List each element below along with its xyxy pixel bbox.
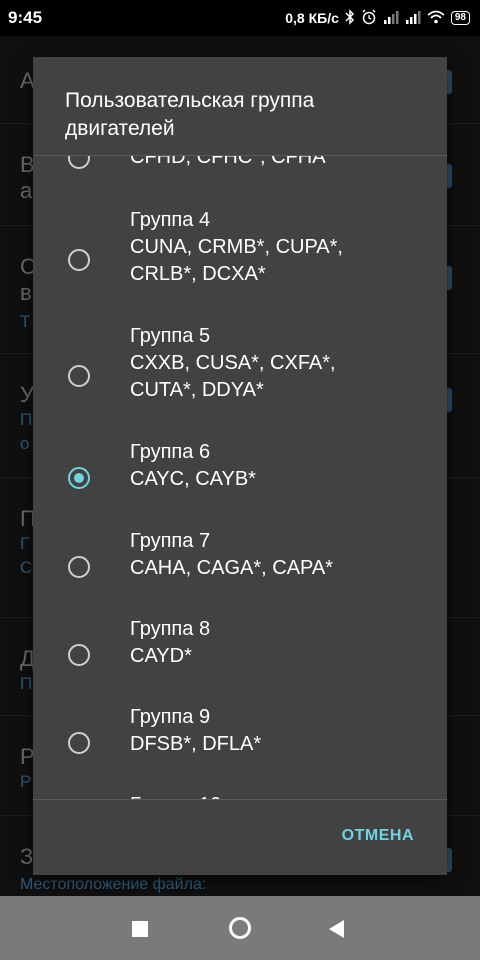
radio-button[interactable]	[68, 556, 90, 578]
option-codes: CXXB, CUSA*, CXFA*, CUTA*, DDYA*	[130, 352, 336, 401]
list-item-letter: У	[20, 382, 34, 407]
list-item-sub: П	[20, 674, 33, 693]
signal-icon	[383, 10, 399, 26]
option-codes: CAHA, CAGA*, CAPA*	[130, 557, 334, 579]
file-location-label: Местоположение файла:	[20, 876, 207, 893]
radio-button[interactable]	[68, 156, 90, 169]
recents-icon[interactable]	[132, 921, 148, 937]
engine-group-option[interactable]: Группа 4 CUNA, CRMB*, CUPA*, CRLB*, DCXA…	[33, 201, 447, 311]
cancel-button[interactable]: ОТМЕНА	[342, 827, 414, 845]
engine-group-option[interactable]: CFHD, CFHC*, CFHA*	[33, 155, 447, 194]
radio-button[interactable]	[68, 249, 90, 271]
navigation-bar	[0, 896, 480, 960]
status-time: 9:45	[8, 8, 43, 27]
battery-icon: 98	[450, 11, 470, 25]
list-item-sub: Г	[20, 534, 30, 553]
option-name: Группа 9	[130, 706, 211, 728]
engine-group-option[interactable]: Группа 6 CAYC, CAYB*	[33, 433, 447, 515]
option-codes: DFSB*, DFLA*	[130, 733, 262, 755]
dialog-title: Пользовательская группа двигателей	[65, 89, 315, 140]
wifi-icon	[427, 10, 445, 26]
option-codes: CUNA, CRMB*, CUPA*, CRLB*, DCXA*	[130, 236, 343, 285]
option-name: Группа 5	[130, 325, 211, 347]
option-codes: CAYC, CAYB*	[130, 468, 256, 490]
engine-group-option[interactable]: Группа 9 DFSB*, DFLA*	[33, 698, 447, 780]
dialog-actions: ОТМЕНА	[33, 798, 447, 875]
option-codes: CFHD, CFHC*, CFHA*	[130, 155, 334, 168]
radio-button[interactable]	[68, 644, 90, 666]
list-item-sub: П	[20, 410, 33, 429]
engine-group-option[interactable]: Группа 5 CXXB, CUSA*, CXFA*, CUTA*, DDYA…	[33, 317, 447, 427]
back-icon[interactable]	[329, 920, 344, 938]
alarm-icon	[361, 9, 377, 27]
network-speed: 0,8 КБ/с	[285, 10, 339, 26]
home-icon[interactable]	[229, 917, 251, 939]
option-name: Группа 8	[130, 618, 211, 640]
bluetooth-icon	[345, 9, 355, 27]
status-bar: 9:45 0,8 КБ/с 98	[0, 0, 480, 36]
option-name: Группа 7	[130, 530, 211, 552]
list-item-sub: Т	[20, 312, 31, 331]
radio-button[interactable]	[68, 365, 90, 387]
status-icons: 0,8 КБ/с 98	[285, 9, 470, 27]
option-name: Группа 4	[130, 209, 211, 231]
option-name: Группа 6	[130, 441, 211, 463]
engine-group-option[interactable]: Группа 7 CAHA, CAGA*, CAPA*	[33, 522, 447, 604]
signal-icon	[405, 10, 421, 26]
engine-group-option[interactable]: Группа 8 CAYD*	[33, 610, 447, 692]
list-item-sub: Р	[20, 772, 32, 791]
radio-button-selected[interactable]	[68, 467, 90, 489]
list-item-letter: а	[20, 178, 33, 203]
radio-button[interactable]	[68, 732, 90, 754]
engine-group-dialog: Пользовательская группа двигателей CFHD,…	[33, 57, 447, 875]
list-item-letter: З	[20, 844, 34, 869]
list-item-sub: о	[20, 434, 30, 453]
option-codes: CAYD*	[130, 645, 192, 667]
engine-group-list[interactable]: CFHD, CFHC*, CFHA* Группа 4 CUNA, CRMB*,…	[33, 155, 447, 800]
list-item-sub: С	[20, 558, 33, 577]
list-item-letter: в	[20, 280, 32, 305]
